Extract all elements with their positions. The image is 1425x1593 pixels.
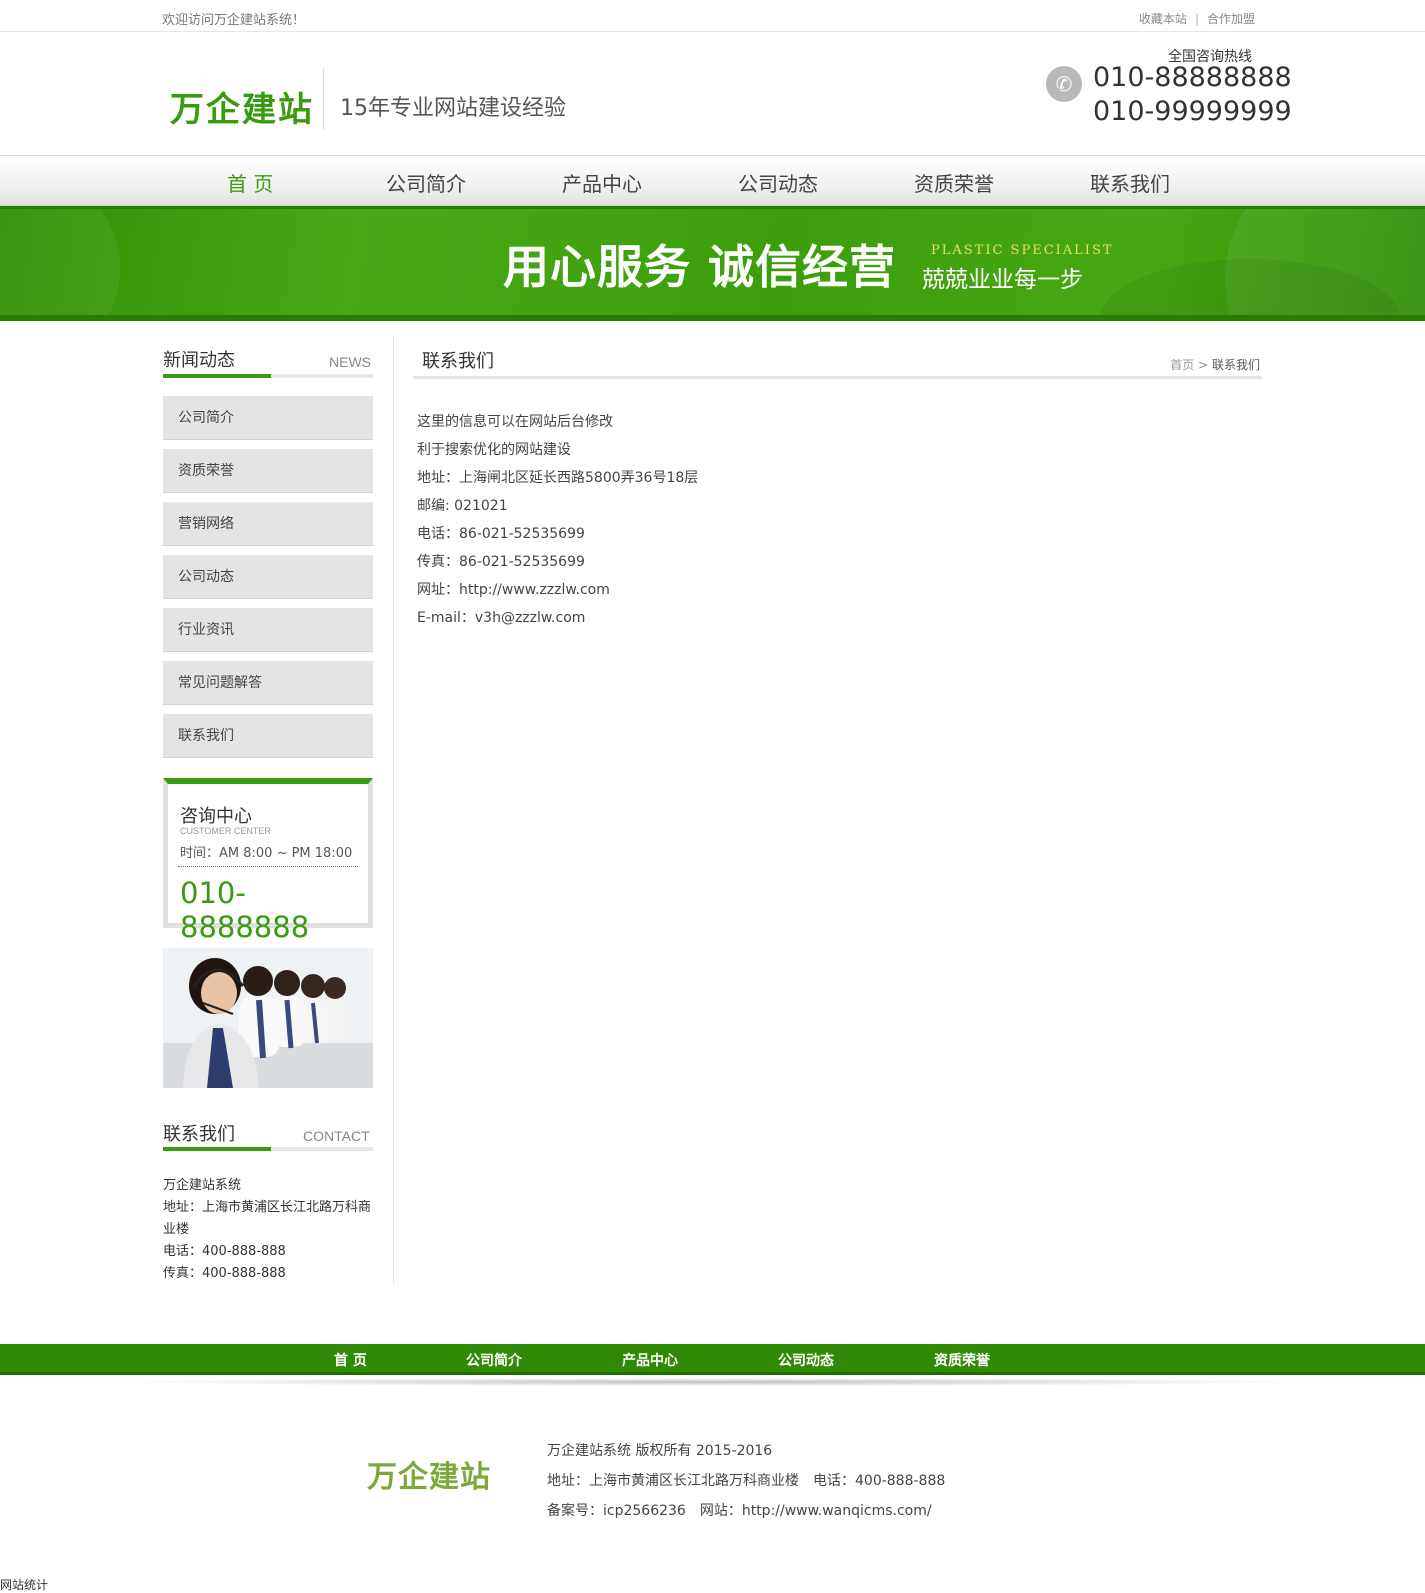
footer-address-row: 地址：上海市黄浦区长江北路万科商业楼 电话：400-888-888 xyxy=(547,1466,959,1496)
footer-icp[interactable]: 备案号：icp2566236 xyxy=(547,1503,686,1519)
nav-item-news[interactable]: 公司动态 xyxy=(738,168,818,197)
contact-fax: 传真：400-888-888 xyxy=(163,1266,286,1281)
customer-service-image-icon xyxy=(163,948,373,1088)
sidebar-contact-en: CONTACT xyxy=(303,1128,370,1144)
sidebar-contact-title: 联系我们 xyxy=(163,1124,235,1145)
content-line: 网址：http://www.zzzlw.com xyxy=(417,582,610,598)
site-logo[interactable]: 万企建站 xyxy=(170,82,314,131)
sidebar-item-company-news[interactable]: 公司动态 xyxy=(163,555,373,599)
sidebar-item-industry-news[interactable]: 行业资讯 xyxy=(163,608,373,652)
sidebar-item-company-intro[interactable]: 公司简介 xyxy=(163,396,373,440)
contact-company: 万企建站系统 xyxy=(163,1178,242,1193)
consult-title: 咨询中心 xyxy=(180,806,252,827)
footer-icp-row: 备案号：icp2566236 网站：http://www.wanqicms.com… xyxy=(547,1496,959,1526)
footer-nav-products[interactable]: 产品中心 xyxy=(622,1350,678,1370)
top-links: 收藏本站 | 合作加盟 xyxy=(1139,10,1255,27)
page-title: 联系我们 xyxy=(422,351,494,372)
breadcrumb-separator: > xyxy=(1198,358,1209,372)
sidebar-item-honors[interactable]: 资质荣誉 xyxy=(163,449,373,493)
footer-nav-news[interactable]: 公司动态 xyxy=(778,1350,834,1370)
contact-content: 这里的信息可以在网站后台修改 利于搜索优化的网站建设 地址：上海闸北区延长西路5… xyxy=(417,408,698,632)
consult-hours: 时间：AM 8:00 ~ PM 18:00 xyxy=(180,846,353,861)
footer-nav-honors[interactable]: 资质荣誉 xyxy=(934,1350,990,1370)
hotline-number-2: 010-99999999 xyxy=(1093,96,1292,127)
site-statistics-link[interactable]: 网站统计 xyxy=(0,1576,48,1593)
sidebar-news-en: NEWS xyxy=(329,354,371,370)
footer-nav: 首 页 公司简介 产品中心 公司动态 资质荣誉 xyxy=(0,1344,1425,1375)
sidebar-item-contact[interactable]: 联系我们 xyxy=(163,714,373,758)
consult-en: CUSTOMER CENTER xyxy=(180,826,271,836)
hotline-number-1: 010-88888888 xyxy=(1093,62,1292,93)
sidebar-contact-rule xyxy=(163,1147,373,1151)
footer-nav-home[interactable]: 首 页 xyxy=(334,1350,367,1370)
banner-headline: 用心服务 诚信经营 xyxy=(503,240,897,294)
contact-address: 地址：上海市黄浦区长江北路万科商业楼 xyxy=(163,1200,372,1237)
footer-logo: 万企建站 xyxy=(367,1460,491,1495)
nav-item-home[interactable]: 首 页 xyxy=(227,168,273,197)
content-line: 利于搜索优化的网站建设 xyxy=(417,442,571,458)
sidebar-contact-info: 万企建站系统 地址：上海市黄浦区长江北路万科商业楼 电话：400-888-888… xyxy=(163,1175,378,1285)
banner-decoration xyxy=(0,209,120,315)
consult-divider xyxy=(178,866,358,867)
customer-service-photo xyxy=(163,948,373,1088)
footer-address: 地址：上海市黄浦区长江北路万科商业楼 xyxy=(547,1473,799,1489)
partner-link[interactable]: 合作加盟 xyxy=(1207,12,1255,26)
footer-shadow xyxy=(100,1378,1325,1386)
breadcrumb-home[interactable]: 首页 xyxy=(1170,358,1194,372)
site-slogan: 15年专业网站建设经验 xyxy=(340,96,566,121)
site-header: 万企建站 15年专业网站建设经验 全国咨询热线 ✆ 010-88888888 0… xyxy=(0,32,1425,156)
content-line: 传真：86-021-52535699 xyxy=(417,554,585,570)
sidebar-news-title: 新闻动态 xyxy=(163,350,235,371)
consult-center-box: 咨询中心 CUSTOMER CENTER 时间：AM 8:00 ~ PM 18:… xyxy=(163,778,373,944)
footer-website[interactable]: 网站：http://www.wanqicms.com/ xyxy=(700,1503,932,1519)
nav-item-products[interactable]: 产品中心 xyxy=(562,168,642,197)
footer-phone: 电话：400-888-888 xyxy=(813,1473,946,1489)
content-line: 这里的信息可以在网站后台修改 xyxy=(417,414,613,430)
breadcrumb: 首页 > 联系我们 xyxy=(1170,356,1260,373)
consult-phone: 010-8888888 xyxy=(180,876,310,944)
breadcrumb-current: 联系我们 xyxy=(1211,358,1260,372)
content-line: 邮编: 021021 xyxy=(417,498,508,514)
sidebar-item-sales-network[interactable]: 营销网络 xyxy=(163,502,373,546)
footer-info: 万企建站系统 版权所有 2015-2016 地址：上海市黄浦区长江北路万科商业楼… xyxy=(547,1436,959,1526)
main-nav: 首 页 公司简介 产品中心 公司动态 资质荣誉 联系我们 xyxy=(0,155,1425,206)
sidebar-item-faq[interactable]: 常见问题解答 xyxy=(163,661,373,705)
content-line: E-mail：v3h@zzzlw.com xyxy=(417,610,586,626)
footer-copyright: 万企建站系统 版权所有 2015-2016 xyxy=(547,1443,773,1459)
sidebar-divider xyxy=(393,338,394,1284)
content-line: 电话：86-021-52535699 xyxy=(417,526,585,542)
footer-nav-about[interactable]: 公司简介 xyxy=(466,1350,522,1370)
sidebar-news-rule xyxy=(163,374,373,378)
top-links-separator: | xyxy=(1194,12,1199,26)
nav-item-contact[interactable]: 联系我们 xyxy=(1090,168,1170,197)
banner-subline: 兢兢业业每一步 xyxy=(922,267,1083,293)
content-line: 地址：上海闸北区延长西路5800弄36号18层 xyxy=(417,470,699,486)
nav-item-honors[interactable]: 资质荣誉 xyxy=(914,168,994,197)
hero-banner: 用心服务 诚信经营 PLASTIC SPECIALIST 兢兢业业每一步 xyxy=(0,206,1425,321)
page-title-rule xyxy=(413,376,1262,379)
bookmark-link[interactable]: 收藏本站 xyxy=(1139,12,1187,26)
welcome-text: 欢迎访问万企建站系统！ xyxy=(162,13,306,28)
contact-phone: 电话：400-888-888 xyxy=(163,1244,286,1259)
phone-icon: ✆ xyxy=(1046,66,1082,102)
nav-item-about[interactable]: 公司简介 xyxy=(386,168,466,197)
logo-divider xyxy=(323,68,324,130)
banner-english-tagline: PLASTIC SPECIALIST xyxy=(931,243,1114,258)
top-bar: 欢迎访问万企建站系统！ 收藏本站 | 合作加盟 xyxy=(0,0,1425,32)
